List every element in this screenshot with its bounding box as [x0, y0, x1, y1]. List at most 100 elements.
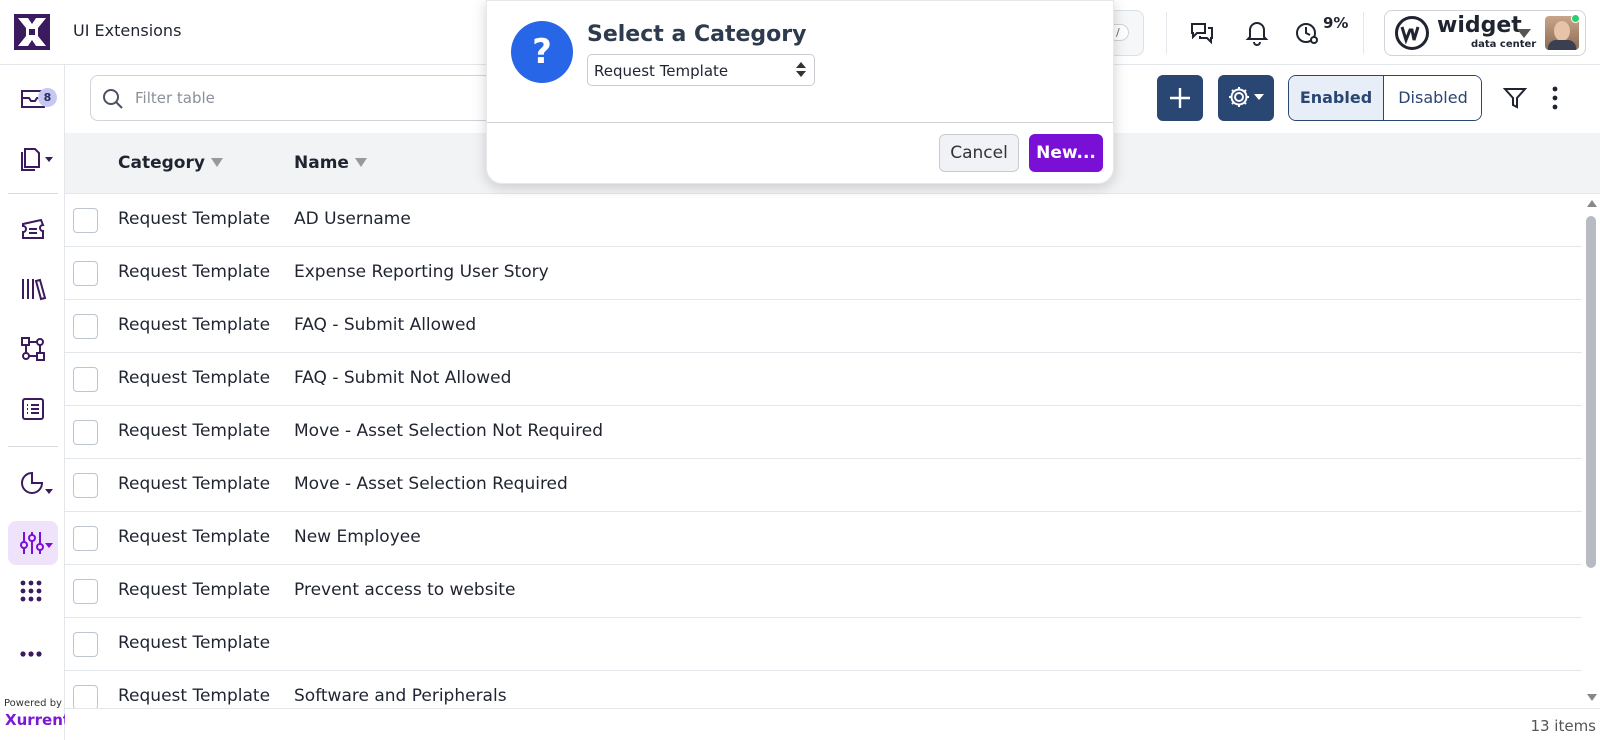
table-row[interactable]: Request Template Expense Reporting User … [65, 247, 1582, 300]
dialog-divider [487, 122, 1113, 123]
records-dropdown-icon [21, 148, 53, 171]
cell-name[interactable]: AD Username [294, 209, 411, 229]
more-vertical-icon[interactable] [1542, 85, 1568, 111]
table-row[interactable]: Request Template New Employee [65, 512, 1582, 565]
row-checkbox[interactable] [73, 473, 98, 498]
sidebar: 8 [0, 65, 65, 740]
row-checkbox[interactable] [73, 208, 98, 233]
cell-category: Request Template [118, 527, 271, 547]
table-row[interactable]: Request Template FAQ - Submit Not Allowe… [65, 353, 1582, 406]
table-row[interactable]: Request Template FAQ - Submit Allowed [65, 300, 1582, 353]
sidebar-item-tickets[interactable] [8, 207, 58, 251]
chat-icon[interactable] [1188, 18, 1216, 46]
column-header-name[interactable]: Name [294, 153, 367, 173]
column-header-label: Name [294, 153, 349, 173]
apps-grid-icon [20, 580, 42, 602]
pie-chart-dropdown-icon [21, 471, 53, 494]
row-checkbox[interactable] [73, 367, 98, 392]
add-button[interactable] [1157, 75, 1203, 121]
scrollbar-thumb[interactable] [1586, 216, 1596, 568]
scroll-down-arrow-icon[interactable] [1587, 694, 1597, 701]
table-footer: 13 items [65, 708, 1600, 740]
cell-name[interactable]: Software and Peripherals [294, 686, 507, 706]
time-tracking-icon[interactable] [1293, 18, 1321, 46]
row-checkbox[interactable] [73, 261, 98, 286]
category-select[interactable]: Request Template [587, 54, 815, 86]
table-row[interactable]: Request Template Prevent access to websi… [65, 565, 1582, 618]
vendor-name: Xurrent [5, 711, 71, 729]
time-tracking-percent: 9% [1323, 14, 1349, 32]
sidebar-item-settings[interactable] [8, 521, 58, 565]
table-row[interactable]: Request Template Move - Asset Selection … [65, 459, 1582, 512]
cell-category: Request Template [118, 474, 271, 494]
cell-name[interactable]: Expense Reporting User Story [294, 262, 549, 282]
online-status-indicator [1571, 14, 1580, 23]
inbox-count-badge: 8 [38, 88, 57, 107]
actions-menu-button[interactable] [1218, 75, 1274, 121]
category-select-value: Request Template [594, 62, 729, 80]
dialog-title: Select a Category [587, 22, 807, 47]
row-checkbox[interactable] [73, 632, 98, 657]
account-switcher[interactable]: widget data center [1384, 10, 1586, 56]
sort-caret-icon [210, 158, 223, 167]
powered-by-label: Powered by [4, 698, 62, 709]
gear-icon [1229, 87, 1264, 107]
row-checkbox[interactable] [73, 579, 98, 604]
sidebar-item-library[interactable] [8, 267, 58, 311]
sort-caret-icon [354, 158, 367, 167]
scroll-up-arrow-icon[interactable] [1587, 200, 1597, 207]
sidebar-divider [8, 446, 58, 447]
row-checkbox[interactable] [73, 526, 98, 551]
status-toggle: Enabled Disabled [1288, 75, 1482, 121]
cell-name[interactable]: FAQ - Submit Not Allowed [294, 368, 511, 388]
cancel-button[interactable]: Cancel [939, 134, 1019, 172]
xurrent-logo-icon[interactable] [14, 14, 50, 50]
sidebar-item-more[interactable] [8, 632, 58, 676]
cell-name[interactable]: Move - Asset Selection Required [294, 474, 568, 494]
filter-icon[interactable] [1502, 85, 1528, 111]
row-checkbox[interactable] [73, 314, 98, 339]
disabled-filter-button[interactable]: Disabled [1385, 76, 1481, 120]
row-checkbox[interactable] [73, 420, 98, 445]
table-row[interactable]: Request Template Software and Peripheral… [65, 671, 1582, 708]
select-category-dialog: ? Select a Category Request Template Can… [486, 0, 1114, 184]
cell-category: Request Template [118, 421, 271, 441]
search-icon [103, 89, 123, 109]
select-arrows-icon [796, 62, 806, 80]
sidebar-item-inbox[interactable]: 8 [8, 75, 58, 119]
workflow-icon [21, 337, 45, 361]
sidebar-divider [8, 193, 58, 194]
enabled-filter-button[interactable]: Enabled [1289, 76, 1384, 120]
filter-table-input[interactable] [135, 85, 495, 111]
cell-category: Request Template [118, 368, 271, 388]
column-header-category[interactable]: Category [118, 153, 223, 173]
cell-category: Request Template [118, 580, 271, 600]
table-row[interactable]: Request Template Move - Asset Selection … [65, 406, 1582, 459]
row-checkbox[interactable] [73, 685, 98, 708]
bell-icon[interactable] [1243, 18, 1271, 46]
table-row[interactable]: Request Template AD Username [65, 194, 1582, 247]
sidebar-item-records[interactable] [8, 135, 58, 179]
list-icon [22, 398, 44, 420]
brand-name: widget [1437, 13, 1522, 38]
new-button[interactable]: New... [1029, 134, 1103, 172]
cell-name[interactable]: Move - Asset Selection Not Required [294, 421, 603, 441]
widget-logo-icon [1395, 16, 1429, 50]
plus-icon [1170, 88, 1190, 108]
sidebar-item-apps[interactable] [8, 569, 58, 613]
sidebar-item-workflows[interactable] [8, 327, 58, 371]
library-icon [22, 278, 47, 301]
sidebar-item-lists[interactable] [8, 387, 58, 431]
chevron-down-icon [1517, 29, 1531, 38]
column-header-label: Category [118, 153, 205, 173]
item-count: 13 items [1530, 717, 1596, 735]
header-divider [1166, 12, 1167, 54]
cell-category: Request Template [118, 209, 271, 229]
table-scrollbar[interactable] [1584, 198, 1598, 706]
table-row[interactable]: Request Template [65, 618, 1582, 671]
cell-name[interactable]: FAQ - Submit Allowed [294, 315, 476, 335]
cell-name[interactable]: New Employee [294, 527, 421, 547]
sidebar-item-analytics[interactable] [8, 461, 58, 505]
cell-name[interactable]: Prevent access to website [294, 580, 515, 600]
cell-category: Request Template [118, 686, 271, 706]
